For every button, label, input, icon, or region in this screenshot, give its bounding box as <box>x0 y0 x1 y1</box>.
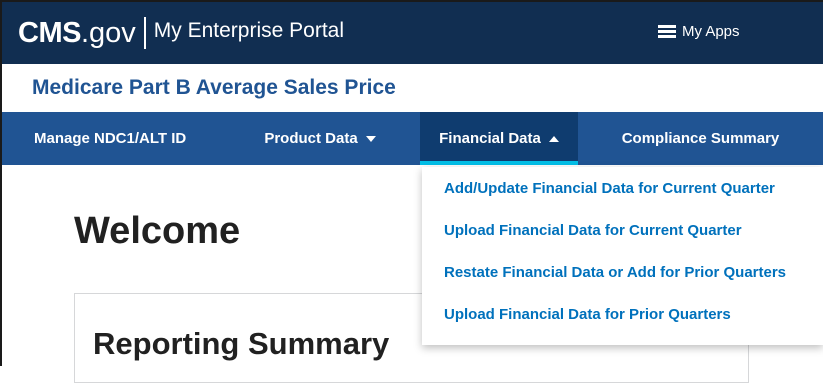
app-title[interactable]: Medicare Part B Average Sales Price <box>32 76 396 100</box>
card-title: Reporting Summary <box>93 326 390 361</box>
menu-item-upload-prior[interactable]: Upload Financial Data for Prior Quarters <box>444 306 731 323</box>
cms-logo[interactable]: CMS .gov My Enterprise Portal <box>18 16 344 50</box>
page-title: Welcome <box>74 210 241 252</box>
main-nav: Manage NDC1/ALT ID Product Data Financia… <box>2 112 823 165</box>
financial-data-dropdown: Add/Update Financial Data for Current Qu… <box>422 167 823 345</box>
chevron-down-icon <box>365 135 376 142</box>
nav-product-data[interactable]: Product Data <box>220 112 420 165</box>
nav-manage-ndc[interactable]: Manage NDC1/ALT ID <box>2 112 220 165</box>
nav-financial-data[interactable]: Financial Data <box>420 112 578 165</box>
nav-product-data-label: Product Data <box>264 130 358 147</box>
nav-compliance-summary-label: Compliance Summary <box>621 130 780 147</box>
nav-manage-ndc-label: Manage NDC1/ALT ID <box>34 130 187 147</box>
logo-divider <box>143 16 146 49</box>
nav-financial-data-label: Financial Data <box>439 130 541 147</box>
portal-header: CMS .gov My Enterprise Portal My Apps <box>2 2 823 64</box>
my-apps-label: My Apps <box>682 23 740 40</box>
app-title-bar: Medicare Part B Average Sales Price <box>2 64 823 112</box>
logo-gov-text: .gov <box>80 17 136 49</box>
my-apps-button[interactable]: My Apps <box>658 23 740 40</box>
menu-item-add-update-current[interactable]: Add/Update Financial Data for Current Qu… <box>444 180 775 197</box>
menu-item-restate-prior[interactable]: Restate Financial Data or Add for Prior … <box>444 264 786 281</box>
logo-cms-text: CMS <box>18 17 81 49</box>
nav-compliance-summary[interactable]: Compliance Summary <box>578 112 823 165</box>
portal-name: My Enterprise Portal <box>153 19 345 42</box>
chevron-up-icon <box>548 135 559 142</box>
menu-item-upload-current[interactable]: Upload Financial Data for Current Quarte… <box>444 222 742 239</box>
list-icon <box>658 25 676 38</box>
